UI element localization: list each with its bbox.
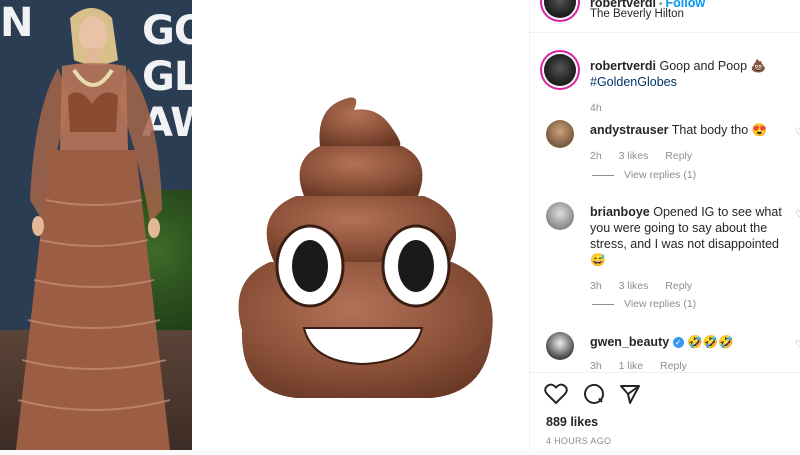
comment-icon[interactable] xyxy=(582,382,606,406)
comment-time: 2h xyxy=(590,150,602,162)
view-replies-link[interactable]: View replies (1) xyxy=(592,298,696,310)
red-carpet-photo: N GO GL AW xyxy=(0,0,192,450)
comment-text: 🤣🤣🤣 xyxy=(687,335,734,349)
comment-like-heart-icon[interactable]: ♡ xyxy=(795,209,800,220)
comment-andystrauser: andystrauser That body tho 😍 xyxy=(590,122,790,138)
gown-figure xyxy=(16,8,171,450)
replies-dash xyxy=(592,174,614,176)
verified-icon: ✓ xyxy=(672,337,684,349)
header-avatar[interactable] xyxy=(544,0,576,18)
comment-time: 3h xyxy=(590,360,602,372)
caption-username[interactable]: robertverdi xyxy=(590,59,656,73)
share-icon[interactable] xyxy=(619,383,641,405)
comment-likes[interactable]: 1 like xyxy=(619,360,644,372)
replies-dash xyxy=(592,303,614,305)
caption-text: Goop and Poop 💩 xyxy=(659,59,767,73)
comment-gwen-beauty: gwen_beauty ✓ 🤣🤣🤣 xyxy=(590,334,790,350)
comment-text: That body tho 😍 xyxy=(671,123,768,137)
header-divider xyxy=(530,32,800,33)
comment-avatar-brianboye[interactable] xyxy=(546,202,574,230)
location-link[interactable]: The Beverly Hilton xyxy=(590,6,684,22)
comment-avatar-andystrauser[interactable] xyxy=(546,120,574,148)
comment-likes[interactable]: 3 likes xyxy=(619,280,649,292)
comment-likes[interactable]: 3 likes xyxy=(619,150,649,162)
comment-like-heart-icon[interactable]: ♡ xyxy=(795,339,800,350)
caption-time: 4h xyxy=(590,102,602,114)
post-image xyxy=(192,0,529,450)
view-replies-text: View replies (1) xyxy=(624,169,697,181)
comment-time: 3h xyxy=(590,280,602,292)
likes-count[interactable]: 889 likes xyxy=(546,415,598,429)
comment-reply-button[interactable]: Reply xyxy=(665,280,692,292)
view-replies-link[interactable]: View replies (1) xyxy=(592,169,696,181)
instagram-post-panel: robertverdi • Follow The Beverly Hilton … xyxy=(529,0,800,450)
post-timestamp: 4 HOURS AGO xyxy=(546,436,612,446)
comment-reply-button[interactable]: Reply xyxy=(660,360,687,372)
comment-username[interactable]: brianboye xyxy=(590,205,650,219)
poop-emoji-icon xyxy=(238,97,493,398)
comment-avatar-gwen-beauty[interactable] xyxy=(546,332,574,360)
comment-reply-button[interactable]: Reply xyxy=(665,150,692,162)
comment-username[interactable]: gwen_beauty xyxy=(590,335,669,349)
hashtag-link[interactable]: #GoldenGlobes xyxy=(590,75,677,89)
heart-icon[interactable] xyxy=(544,383,568,405)
post-action-bar: 889 likes 4 HOURS AGO xyxy=(530,372,800,450)
comment-brianboye: brianboye Opened IG to see what you were… xyxy=(590,204,795,268)
comment-meta: 3h 1 like Reply xyxy=(590,360,687,372)
caption-avatar[interactable] xyxy=(544,54,576,86)
caption: robertverdi Goop and Poop 💩 #GoldenGlobe… xyxy=(590,58,795,90)
comment-meta: 3h 3 likes Reply xyxy=(590,280,692,292)
comment-like-heart-icon[interactable]: ♡ xyxy=(795,127,800,138)
view-replies-text: View replies (1) xyxy=(624,298,697,310)
comment-username[interactable]: andystrauser xyxy=(590,123,669,137)
comment-meta: 2h 3 likes Reply xyxy=(590,150,692,162)
